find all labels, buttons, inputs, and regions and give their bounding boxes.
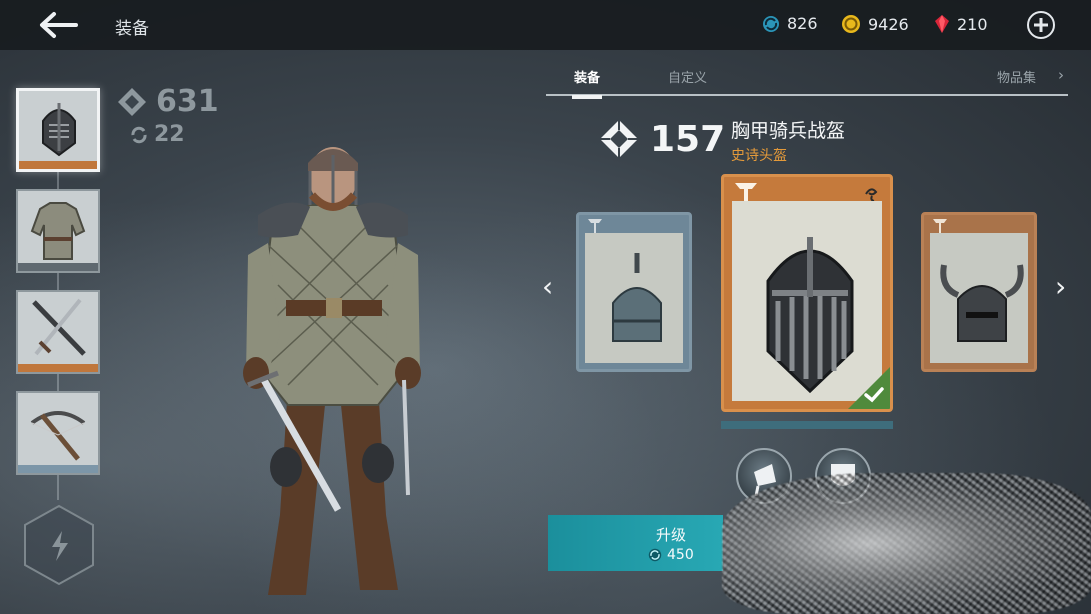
coin-icon (842, 15, 860, 33)
item-rarity: 史诗头盔 (731, 148, 787, 164)
upgrade-label: 升级 (656, 526, 687, 544)
slot-rarity-strip (18, 364, 98, 372)
slot-weapon[interactable] (16, 290, 100, 374)
item-progress-bar (721, 421, 893, 429)
item-name: 胸甲骑兵战盔 (731, 120, 846, 142)
next-item-arrow[interactable]: › (1055, 270, 1066, 303)
top-bar: 装备 826 9426 210 (0, 0, 1091, 50)
character-upgrade-level: 22 (130, 122, 185, 147)
item-card-next[interactable] (921, 212, 1037, 372)
back-button[interactable] (36, 10, 80, 40)
slot-rarity-strip (18, 263, 98, 271)
chevron-right-icon[interactable]: › (1058, 66, 1064, 84)
add-currency-button[interactable] (1027, 11, 1055, 39)
power-diamond-icon (600, 120, 638, 158)
page-title: 装备 (115, 19, 149, 39)
character-power: 631 (116, 84, 219, 119)
horned-helmet-icon (940, 264, 1024, 342)
ruby-currency: 210 (934, 14, 988, 34)
upgrade-level-value: 22 (154, 122, 185, 147)
gem-icon (763, 15, 779, 32)
upgrade-cycle-icon (131, 126, 147, 143)
card-image-area (585, 233, 683, 363)
gem-currency: 826 (762, 14, 818, 33)
coin-amount: 9426 (868, 14, 909, 34)
slot-armor[interactable] (16, 189, 100, 273)
ruby-icon (935, 15, 949, 33)
card-image-area (930, 233, 1028, 363)
coin-currency: 9426 (841, 14, 909, 34)
character-power-value: 631 (156, 84, 219, 119)
slot-helmet[interactable] (16, 88, 100, 172)
paint-icon (754, 464, 776, 497)
armor-icon (30, 202, 86, 260)
gem-icon (648, 548, 662, 562)
dye-button[interactable] (736, 448, 792, 504)
ruby-amount: 210 (957, 14, 988, 34)
gem-amount: 826 (787, 14, 818, 33)
back-arrow-icon (40, 12, 78, 38)
helmet-icon (42, 103, 76, 157)
tab-custom[interactable]: 自定义 (668, 67, 707, 86)
upgrade-cost-value: 450 (667, 547, 694, 563)
appearance-button[interactable] (815, 448, 871, 504)
upgrade-cost: 450 (648, 547, 694, 563)
helmet-icon (612, 253, 662, 342)
knight-character (243, 147, 421, 595)
tab-equip[interactable]: 装备 (571, 67, 603, 99)
item-card-previous[interactable] (576, 212, 692, 372)
item-power-value: 157 (650, 118, 726, 160)
item-card-selected[interactable] (721, 174, 893, 412)
swords-icon (32, 298, 86, 356)
item-tabs: 装备 自定义 物品集 › (546, 64, 1068, 99)
slot-rarity-strip (18, 465, 98, 473)
crossbow-icon (30, 411, 86, 461)
slot-rarity-strip (19, 161, 97, 169)
tab-collection[interactable]: 物品集 (997, 67, 1036, 86)
upgrade-button[interactable]: 升级 450 (548, 515, 723, 571)
shield-icon (831, 464, 855, 486)
prev-item-arrow[interactable]: ‹ (542, 270, 553, 303)
ability-slot[interactable] (22, 503, 96, 587)
check-icon (864, 387, 884, 403)
slot-ranged[interactable] (16, 391, 100, 475)
item-power: 157 (598, 118, 725, 160)
power-diamond-icon (118, 87, 146, 116)
